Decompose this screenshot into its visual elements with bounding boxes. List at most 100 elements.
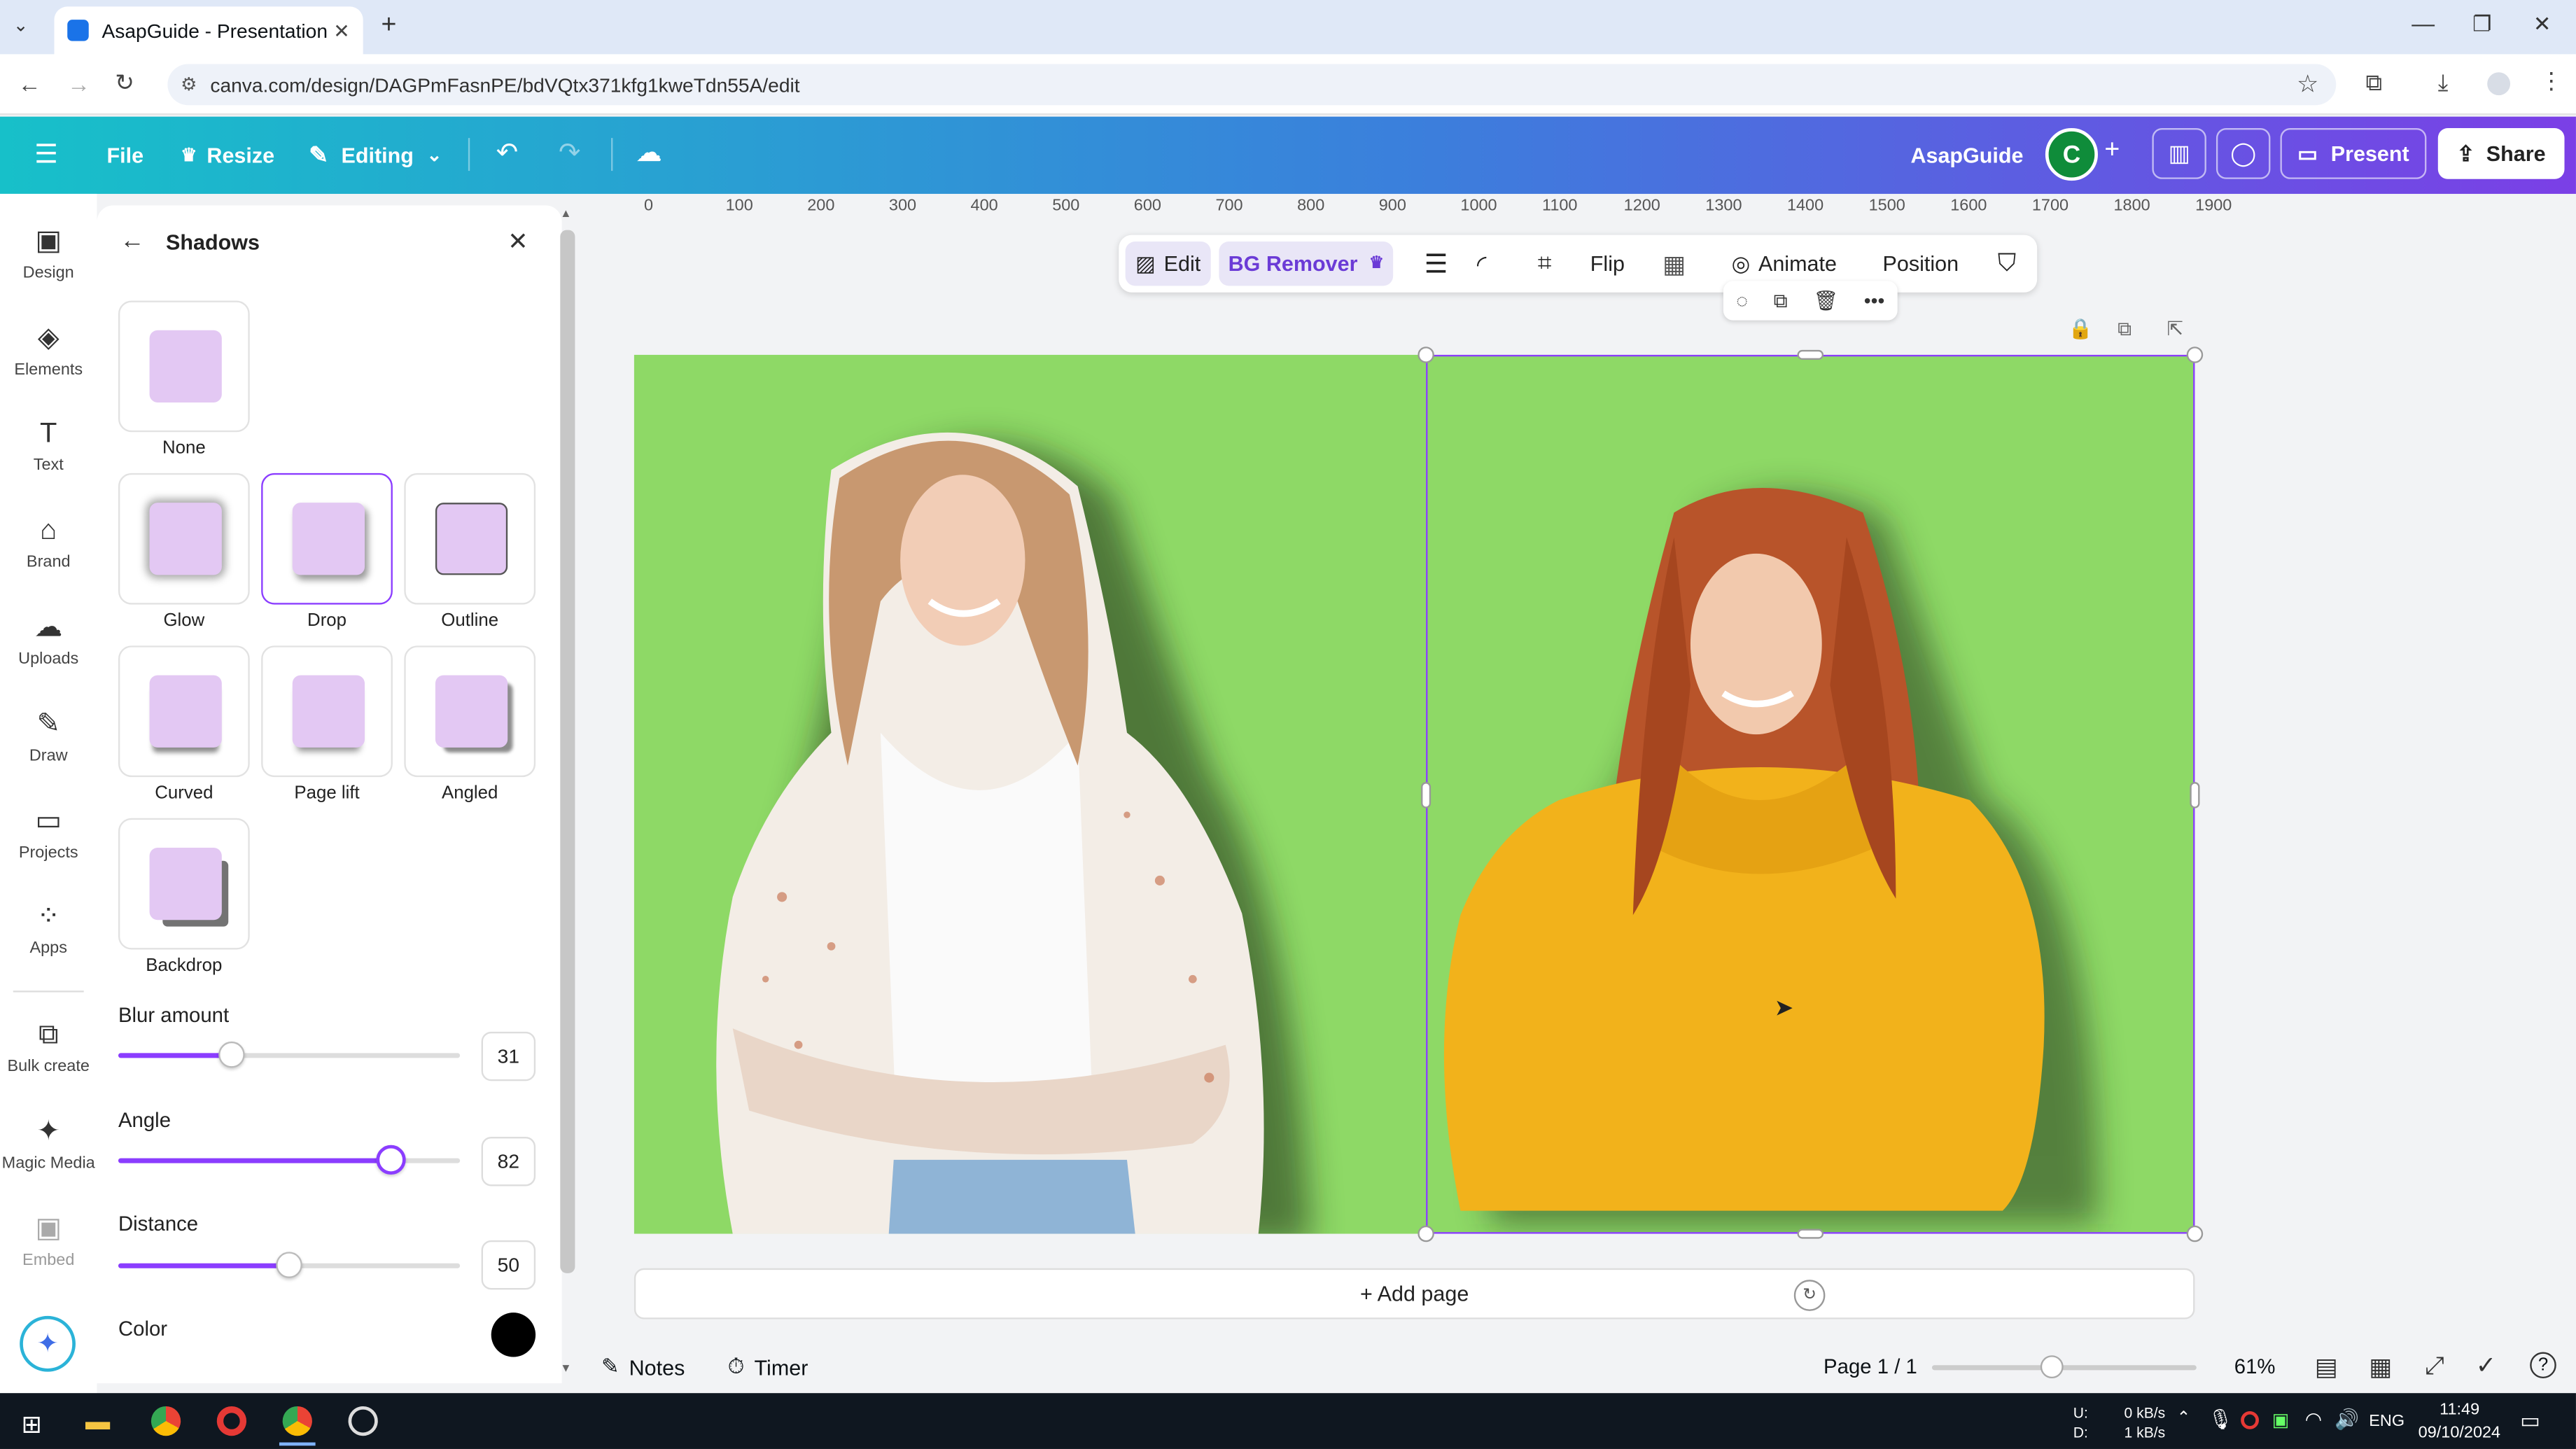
wifi-icon[interactable]: ◠ [2305,1408,2323,1431]
chrome-active-icon[interactable] [282,1406,312,1436]
fullscreen-icon[interactable]: ⤢ [2425,1352,2444,1380]
clock-time[interactable]: 11:49 [2440,1401,2479,1420]
add-page-button[interactable]: + Add page [634,1268,2195,1320]
angle-value[interactable]: 82 [481,1137,536,1186]
cloud-save-icon[interactable]: ☁ [636,136,662,169]
recording-app-icon[interactable] [216,1406,247,1436]
bg-remover-button[interactable]: BG Remover ♛ [1219,241,1394,286]
resize-handle-side[interactable] [1797,349,1824,360]
volume-icon[interactable]: 🔊 [2334,1408,2359,1431]
copy-style-icon[interactable]: ⛉ [1998,235,2016,293]
help-icon[interactable]: ? [2530,1352,2556,1379]
blur-amount-slider[interactable] [118,1041,461,1068]
duplicate-icon[interactable]: ⧉ [1774,288,1788,313]
flip-button[interactable]: Flip [1590,235,1625,293]
tray-app-icon[interactable]: ▣ [2272,1410,2289,1431]
site-info-icon[interactable]: ⚙ [181,74,197,95]
shadow-preset-none[interactable] [118,300,250,433]
editing-mode-button[interactable]: ✎ Editing ⌄ [309,117,442,194]
zoom-slider[interactable] [1931,1355,2197,1379]
more-options-icon[interactable]: ••• [1864,289,1885,312]
rail-projects[interactable]: ▭ Projects [0,805,97,862]
transparency-icon[interactable]: ▦ [1662,235,1686,293]
resize-handle[interactable] [1418,1225,1434,1242]
notes-button[interactable]: ✎ Notes [601,1354,685,1380]
tray-chevron-icon[interactable]: ⌃ [2177,1410,2191,1428]
scroll-down-icon[interactable]: ▼ [560,1364,571,1375]
reload-icon[interactable]: ↻ [115,69,134,97]
extensions-icon[interactable]: ⧉ [2366,69,2382,97]
photo-woman-yellow-sweater[interactable] [1426,354,2195,1234]
resize-handle[interactable] [2186,1225,2204,1242]
add-collaborator-icon[interactable]: + [2104,136,2120,166]
user-avatar[interactable]: C [2045,128,2098,181]
restore-window-icon[interactable]: ❐ [2472,11,2491,38]
shadow-preset-angled[interactable] [404,645,536,778]
photo-woman-cream-shirt[interactable] [634,354,1427,1234]
rail-embed[interactable]: ▣ Embed [0,1212,97,1270]
windows-start-icon[interactable]: ⊞ [22,1410,43,1439]
redo-icon[interactable]: ↷ [559,136,580,169]
blur-slider-handle[interactable] [218,1041,244,1068]
timer-button[interactable]: ⏱ Timer [728,1354,808,1380]
download-icon[interactable]: ⤓ [2438,69,2449,97]
back-arrow-icon[interactable]: ← [120,227,144,255]
present-button[interactable]: ▭ Present [2280,128,2427,179]
url-field[interactable]: ⚙ canva.com/design/DAGPmFasnPE/bdVQtx371… [167,64,2337,106]
undo-icon[interactable]: ↶ [496,136,518,169]
file-menu-button[interactable]: File [107,117,144,194]
minimize-window-icon[interactable]: — [2412,10,2435,36]
border-style-icon[interactable]: ☰ [1424,235,1448,293]
shadow-color-swatch[interactable] [491,1312,536,1357]
close-window-icon[interactable]: ✕ [2533,11,2552,38]
shadow-preset-drop[interactable] [261,472,393,605]
grid-view-icon[interactable]: ▦ [2369,1352,2392,1382]
delete-icon[interactable]: 🗑 [1813,289,1838,312]
zoom-level[interactable]: 61% [2234,1355,2276,1378]
clock-app-icon[interactable] [348,1406,378,1436]
rail-magic-media[interactable]: ✦ Magic Media [0,1116,97,1173]
distance-slider-handle[interactable] [276,1252,302,1278]
rail-design[interactable]: ▣ Design [0,225,97,283]
rail-text[interactable]: T Text [0,417,97,475]
rail-apps[interactable]: ⁘ Apps [0,900,97,958]
microphone-icon[interactable]: 🎙 [2208,1408,2233,1431]
shadow-preset-outline[interactable] [404,472,536,605]
shadow-preset-curved[interactable] [118,645,250,778]
angle-slider[interactable] [118,1144,461,1175]
magic-assistant-button[interactable]: ✦ [20,1315,76,1372]
chrome-icon[interactable] [150,1406,181,1436]
rail-uploads[interactable]: ☁ Uploads [0,611,97,668]
blur-amount-value[interactable]: 31 [481,1031,536,1082]
shadow-preset-backdrop[interactable] [118,818,250,950]
comment-icon[interactable]: ◌ [1736,289,1748,312]
language-indicator[interactable]: ENG [2369,1413,2404,1431]
insights-button[interactable]: ▥ [2152,128,2206,179]
add-page-icon[interactable]: ⇱ [2167,317,2184,340]
corner-rounding-icon[interactable]: ◜ [1477,235,1487,293]
close-tab-icon[interactable]: ✕ [333,19,350,42]
resize-handle[interactable] [2186,346,2204,363]
notifications-icon[interactable]: ▭ [2520,1408,2540,1434]
back-icon[interactable]: ← [18,71,41,97]
crop-icon[interactable]: ⌗ [1538,235,1552,293]
share-button[interactable]: ⇪ Share [2437,128,2565,179]
rail-bulk-create[interactable]: ⧉ Bulk create [0,1018,97,1076]
rail-draw[interactable]: ✎ Draw [0,708,97,766]
brand-name[interactable]: AsapGuide [1910,117,2023,194]
distance-value[interactable]: 50 [481,1240,536,1290]
rotate-page-icon[interactable]: ↻ [1793,1280,1826,1311]
scroll-up-icon[interactable]: ▲ [560,209,571,220]
rail-elements[interactable]: ◈ Elements [0,322,97,379]
panel-scrollbar[interactable] [560,230,575,1273]
lock-page-icon[interactable]: 🔒 [2068,317,2093,340]
main-menu-icon[interactable]: ☰ [34,138,58,171]
forward-icon[interactable]: → [67,71,90,97]
rail-brand[interactable]: ⌂ Brand [0,514,97,572]
record-tray-icon[interactable] [2241,1410,2259,1429]
new-tab-icon[interactable]: + [381,11,396,41]
zoom-slider-handle[interactable] [2040,1355,2064,1379]
resize-button[interactable]: ♛ Resize [181,117,274,194]
browser-tab[interactable]: AsapGuide - Presentation ✕ [54,6,363,55]
check-icon[interactable]: ✓ [2476,1350,2497,1380]
